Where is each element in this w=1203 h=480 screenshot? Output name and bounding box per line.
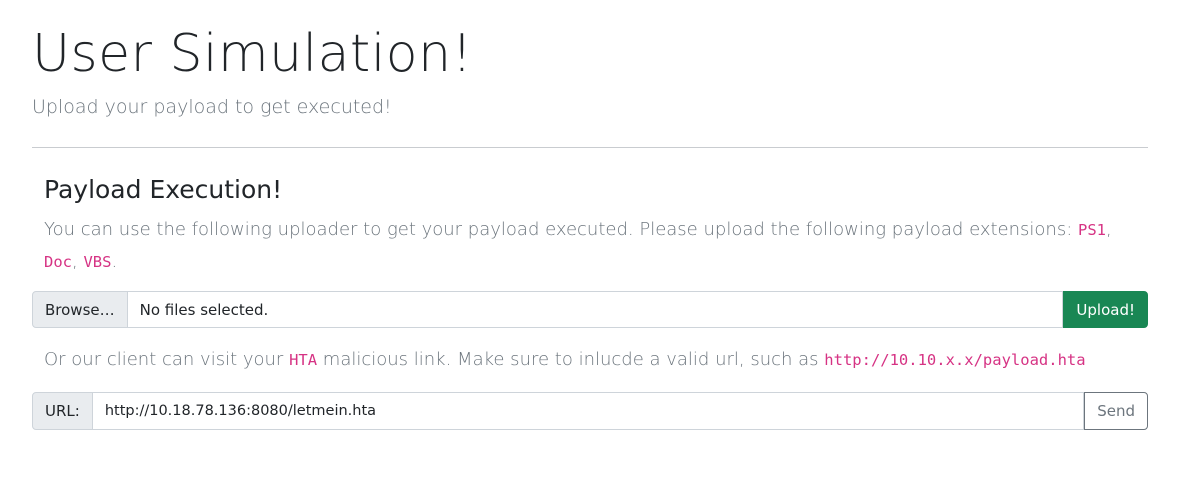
example-url: http://10.10.x.x/payload.hta <box>824 351 1086 369</box>
extension-vbs: VBS <box>83 253 112 271</box>
url-label: URL: <box>32 392 93 430</box>
extension-separator: , <box>72 251 84 272</box>
browse-button[interactable]: Browse… <box>32 291 128 328</box>
url-input[interactable] <box>92 392 1085 430</box>
extension-separator: , <box>1106 219 1112 240</box>
payload-description-text: You can use the following uploader to ge… <box>44 219 1078 240</box>
hta-note-middle: malicious link. Make sure to inlucde a v… <box>317 349 825 370</box>
payload-execution-section: Payload Execution! You can use the follo… <box>32 148 1148 278</box>
hta-code: HTA <box>289 351 318 369</box>
extension-ps1: PS1 <box>1078 221 1106 239</box>
file-upload-group: Browse… No files selected. Upload! <box>32 291 1148 328</box>
upload-button[interactable]: Upload! <box>1063 291 1148 328</box>
hta-instructions: Or our client can visit your HTA malicio… <box>44 344 1144 376</box>
page-container: User Simulation! Upload your payload to … <box>32 0 1148 430</box>
send-button[interactable]: Send <box>1084 392 1148 430</box>
section-title: Payload Execution! <box>44 175 283 204</box>
payload-description-end: . <box>111 251 118 272</box>
hta-note-prefix: Or our client can visit your <box>44 349 290 370</box>
extension-doc: Doc <box>44 253 72 271</box>
payload-description: You can use the following uploader to ge… <box>44 214 1136 278</box>
url-form: URL: Send <box>32 392 1148 430</box>
page-subtitle: Upload your payload to get executed! <box>32 96 392 118</box>
file-status-field[interactable]: No files selected. <box>127 291 1064 328</box>
page-title: User Simulation! <box>32 24 473 84</box>
